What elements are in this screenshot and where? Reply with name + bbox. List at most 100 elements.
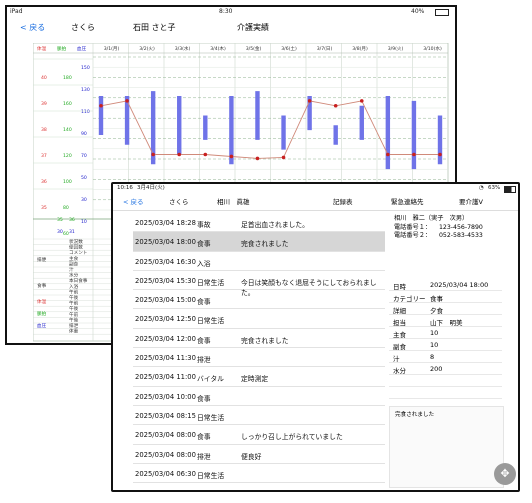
record-datetime: 2025/03/04 08:00	[135, 450, 196, 459]
side-row-label: 水分	[69, 272, 79, 279]
move-handle-icon[interactable]: ✥	[494, 463, 516, 485]
blue-row-label: 31	[69, 229, 75, 235]
contact-name: 相川 雅二（実子 次男）	[394, 215, 469, 222]
record-note: 完食されました	[241, 240, 289, 249]
date-header: 3/10(水)	[423, 45, 442, 52]
date-header: 3/4(木)	[210, 45, 226, 52]
pulse-scale-label: 140	[63, 127, 72, 133]
record-datetime: 2025/03/04 18:00	[135, 238, 196, 247]
record-list: 2025/03/04 18:28 事故 足首出血されました。 2025/03/04 1…	[133, 213, 385, 490]
record-row[interactable]: 2025/03/04 18:28 事故 足首出血されました。	[133, 213, 385, 233]
record-row[interactable]: 2025/03/04 05:00排泄	[133, 483, 385, 490]
record-datetime: 2025/03/04 05:00	[135, 489, 196, 490]
temperature-point	[177, 152, 182, 157]
phone2-link[interactable]: 052-583-4533	[439, 232, 483, 239]
side-row-label: 体重	[69, 328, 79, 335]
record-datetime: 2025/03/04 11:30	[135, 354, 196, 363]
pulse-scale-label: 180	[63, 75, 72, 81]
tab-records[interactable]: 記録表	[333, 199, 353, 206]
pulse-scale-label: 80	[63, 205, 69, 211]
green-row-label: 36	[69, 217, 75, 223]
record-row[interactable]: 2025/03/04 11:30 排泄	[133, 348, 385, 368]
detail-blank-row	[389, 387, 502, 399]
bp-bar	[333, 125, 338, 145]
temperature-point	[386, 152, 390, 157]
clock: 8:30	[219, 8, 233, 15]
bp-scale-label: 130	[81, 87, 90, 93]
clock: 10:16	[117, 185, 133, 191]
bp-bar	[98, 96, 104, 135]
date-header: 3/7(日)	[317, 46, 333, 52]
record-type: 日常生活	[197, 413, 225, 422]
record-datetime: 2025/03/04 16:30	[135, 257, 196, 266]
detail-row: 汁8	[389, 351, 502, 363]
record-screen: 10:16 3月4日(火) ◔ 63% < 戻る さくら 相川 眞雄 記録表 緊…	[111, 182, 520, 492]
temperature-point	[281, 155, 286, 160]
section-label: 体温	[37, 298, 47, 305]
date-header: 3/8(月)	[352, 46, 368, 52]
record-type: 食事	[197, 336, 211, 345]
side-row-label: 副食	[69, 260, 79, 267]
wifi-icon: ◔	[479, 185, 484, 191]
record-type: 食事	[197, 298, 211, 307]
temperature-point	[307, 99, 312, 103]
date-header: 3/1(月)	[104, 46, 120, 52]
back-button[interactable]: < 戻る	[123, 199, 144, 206]
record-type: 日常生活	[197, 317, 225, 326]
record-row[interactable]: 2025/03/04 10:00 食事	[133, 387, 385, 406]
side-row-label: 状況数	[69, 238, 83, 245]
record-row[interactable]: 2025/03/04 08:00 食事 しっかり召し上がられていました	[133, 425, 385, 445]
section-label: 食事	[37, 282, 47, 289]
record-type: バイタル	[197, 375, 224, 384]
record-row[interactable]: 2025/03/04 12:00 食事 完食されました	[133, 329, 385, 349]
bp-scale-label: 70	[81, 153, 87, 159]
temperature-point	[151, 152, 155, 157]
record-type: 排泄	[197, 452, 211, 461]
detail-key: 詳細	[393, 307, 406, 315]
tab-emergency-contact[interactable]: 緊急連絡先	[391, 199, 424, 206]
record-row[interactable]: 2025/03/04 15:30 日常生活 今日は笑顔もなく退屈そうにしておられまし…	[133, 271, 385, 297]
detail-blank-row	[389, 375, 502, 387]
record-type: 事故	[197, 221, 211, 229]
record-row[interactable]: 2025/03/04 08:15 日常生活	[133, 406, 385, 426]
record-row[interactable]: 2025/03/04 11:00 バイタル 定時測定	[133, 367, 385, 387]
record-row[interactable]: 2025/03/04 08:00 排泄 便良好	[133, 445, 385, 464]
date-header: 3/5(金)	[246, 45, 262, 52]
notes-text: 完食されました	[395, 412, 435, 418]
phone1-link[interactable]: 123-456-7890	[439, 224, 483, 231]
blue-row-label: 30	[57, 229, 63, 235]
bp-bar	[359, 105, 364, 140]
bp-scale-label: 30	[81, 197, 87, 203]
detail-fields: 日時 2025/03/04 18:00 カテゴリー 食事 詳細 夕食 担当 山下 明美 主食 10…	[389, 279, 502, 375]
record-row[interactable]: 2025/03/04 16:30 入浴	[133, 252, 385, 271]
record-row[interactable]: 2025/03/04 06:30 日常生活	[133, 464, 385, 484]
care-level: 要介護V	[459, 198, 483, 206]
detail-key: 日時	[393, 283, 406, 291]
bp-bar	[385, 96, 391, 170]
back-button[interactable]: < 戻る	[20, 24, 45, 32]
record-datetime: 2025/03/04 08:15	[135, 411, 196, 420]
record-note: しっかり召し上がられていました	[241, 433, 343, 442]
vital-header: 血圧	[77, 45, 87, 52]
bp-scale-label: 10	[81, 219, 87, 225]
temp-scale-label: 35	[41, 205, 47, 211]
notes-box[interactable]: 完食されました	[389, 406, 504, 488]
side-row-label: 午後	[69, 305, 79, 312]
side-row-label: 入浴	[69, 283, 79, 290]
device-label: iPad	[10, 8, 23, 15]
temp-scale-label: 38	[41, 127, 47, 133]
record-datetime: 2025/03/04 15:00	[135, 296, 196, 305]
bp-bar	[203, 115, 208, 140]
temp-scale-label: 39	[41, 101, 47, 107]
date-header: 3/2(火)	[139, 46, 155, 52]
record-row[interactable]: 2025/03/04 15:00 食事	[133, 290, 385, 310]
record-type: 入浴	[197, 259, 211, 268]
detail-row: 水分 200	[389, 363, 502, 375]
record-row[interactable]: 2025/03/04 12:50 日常生活	[133, 309, 385, 329]
green-row-label: 35	[57, 217, 63, 223]
detail-value: 200	[430, 365, 443, 373]
record-note: 定時測定	[241, 375, 269, 384]
detail-row: 主食 10	[389, 327, 502, 339]
bp-bar	[437, 115, 443, 165]
record-row[interactable]: 2025/03/04 18:00 食事 完食されました	[133, 232, 385, 252]
